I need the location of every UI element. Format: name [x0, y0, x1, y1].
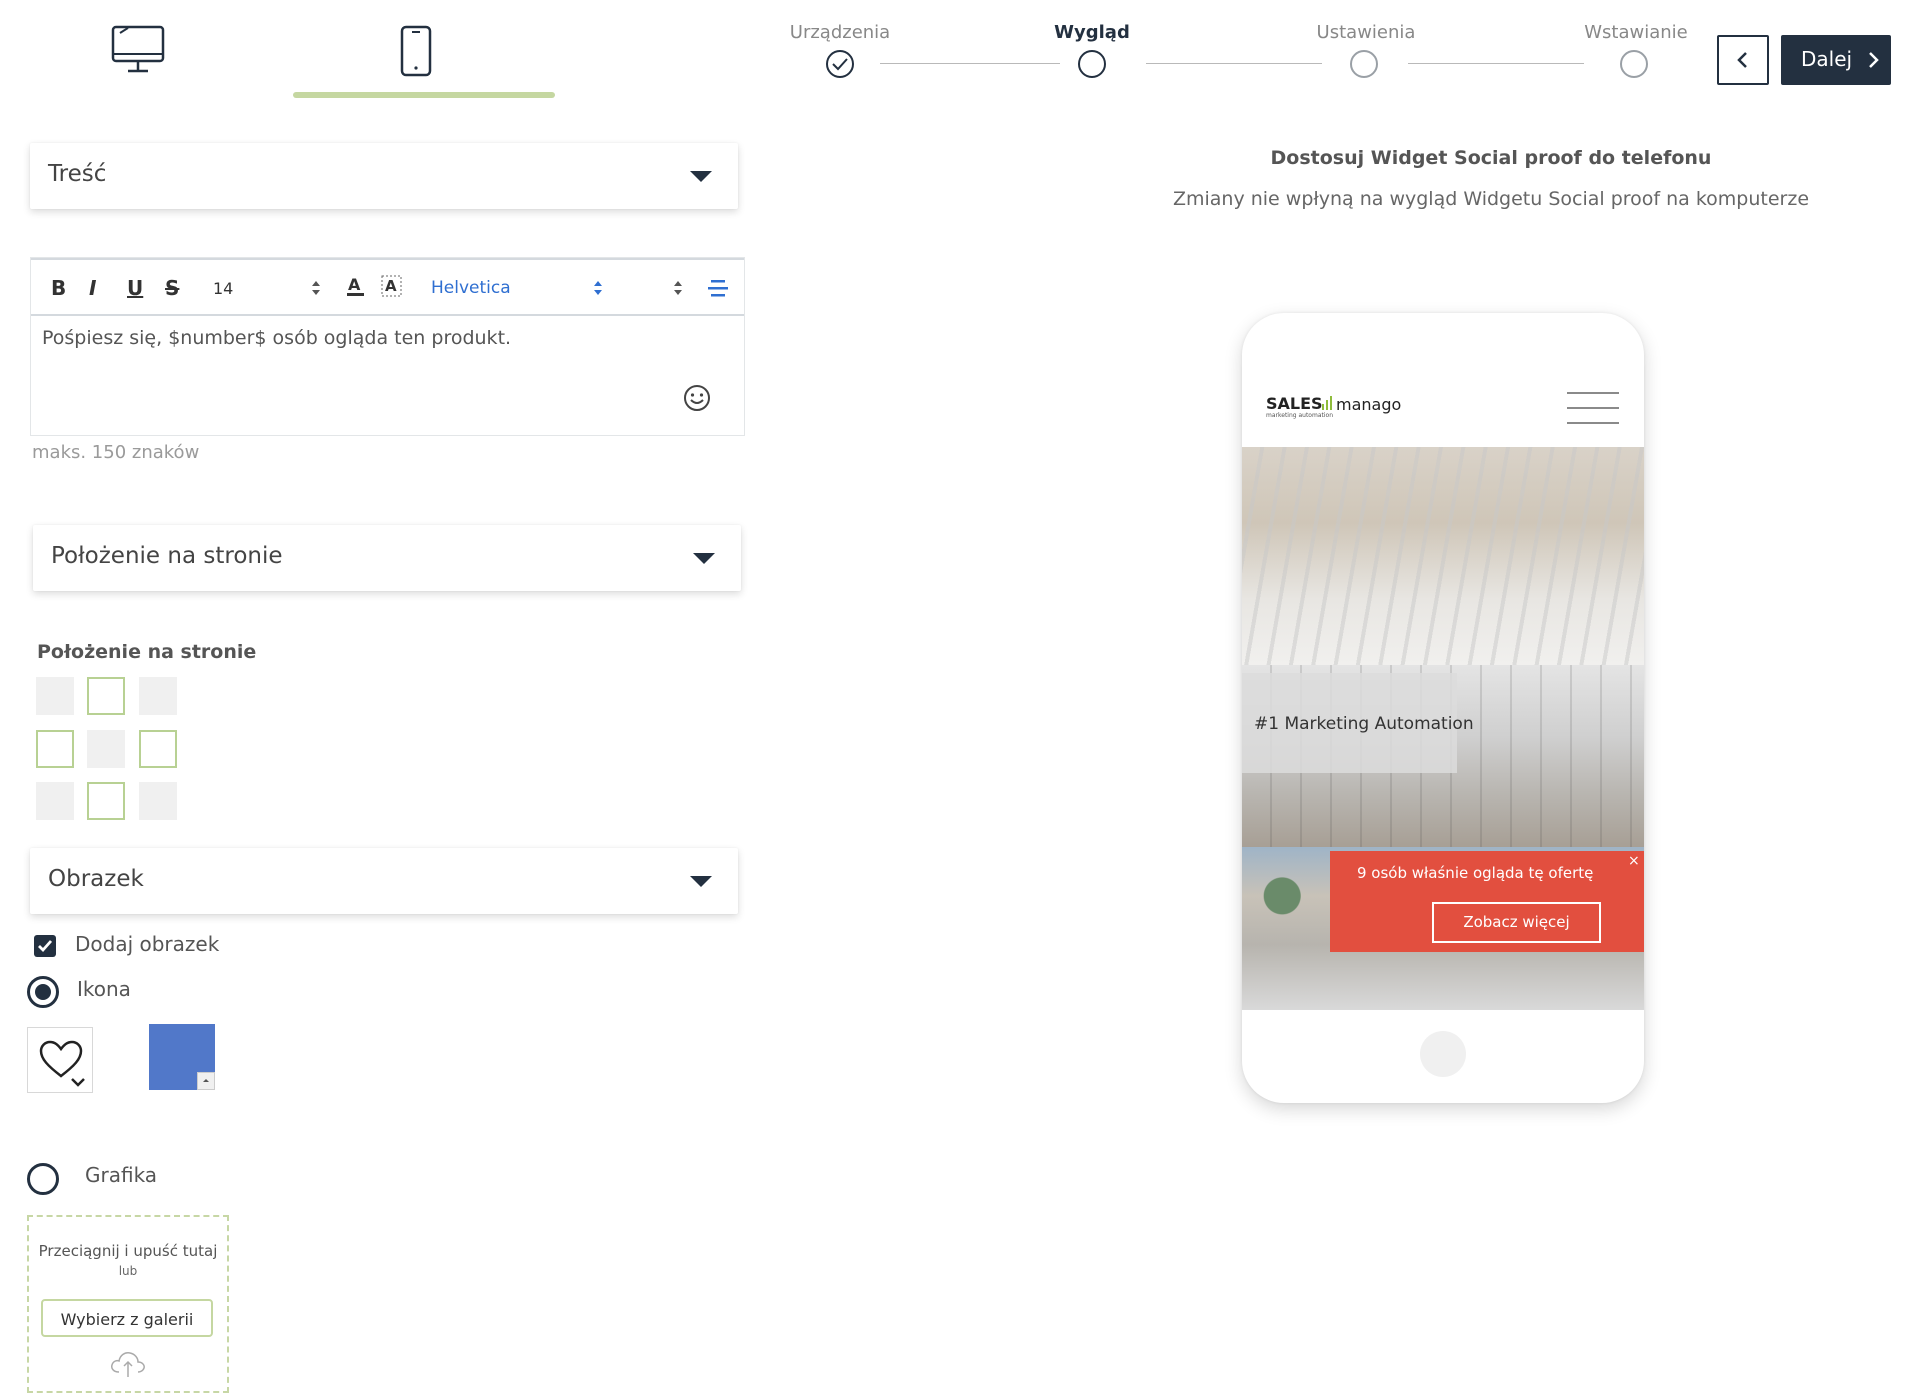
step-appearance-current[interactable]	[1078, 50, 1106, 78]
step-devices-done[interactable]	[826, 50, 854, 78]
select-arrows-icon[interactable]	[673, 280, 683, 296]
accordion-title: Położenie na stronie	[51, 543, 283, 569]
bold-button[interactable]: B	[51, 276, 66, 300]
gallery-button-label: Wybierz z galerii	[60, 1310, 194, 1329]
position-bottom-center[interactable]	[87, 782, 125, 820]
accordion-title: Obrazek	[48, 866, 144, 892]
phone-home-button	[1420, 1031, 1466, 1077]
image-accordion[interactable]: Obrazek	[30, 848, 738, 914]
icon-radio[interactable]	[27, 976, 59, 1008]
strikethrough-button[interactable]: S	[165, 276, 179, 300]
font-family-select[interactable]: Helvetica	[431, 278, 511, 298]
color-picker-toggle[interactable]	[197, 1072, 215, 1090]
step-settings[interactable]	[1350, 50, 1378, 78]
position-middle-right[interactable]	[139, 730, 177, 768]
next-button-label: Dalej	[1801, 47, 1853, 71]
next-button[interactable]: Dalej	[1781, 35, 1891, 85]
icon-color-swatch[interactable]	[149, 1024, 215, 1090]
step-label-insert: Wstawianie	[1584, 22, 1688, 43]
svg-text:A: A	[348, 275, 361, 294]
position-accordion[interactable]: Położenie na stronie	[33, 525, 741, 591]
logo-sales: SALES	[1266, 394, 1323, 413]
add-image-label: Dodaj obrazek	[75, 932, 220, 956]
position-top-center[interactable]	[87, 677, 125, 715]
step-connector	[880, 63, 1060, 64]
step-label-appearance: Wygląd	[1054, 22, 1130, 43]
select-arrows-icon[interactable]	[311, 280, 321, 296]
rich-text-editor: B I U S 14 A A Helvetica Pośpiesz się, $…	[30, 257, 745, 436]
position-grid-label: Położenie na stronie	[37, 641, 257, 663]
desktop-tab[interactable]	[100, 20, 180, 80]
preview-subheading: Zmiany nie wpłyną na wygląd Widgetu Soci…	[1172, 188, 1810, 210]
step-label-settings: Ustawienia	[1316, 22, 1416, 43]
graphic-option-label: Grafika	[85, 1163, 158, 1187]
back-button[interactable]	[1717, 35, 1769, 85]
desktop-icon	[111, 25, 165, 73]
caret-up-icon	[203, 1079, 209, 1082]
position-middle-left[interactable]	[36, 730, 74, 768]
mobile-tab[interactable]	[396, 20, 436, 80]
position-top-right[interactable]	[139, 677, 177, 715]
position-middle-center[interactable]	[87, 730, 125, 768]
align-center-icon[interactable]	[707, 278, 729, 298]
graphic-radio[interactable]	[27, 1163, 59, 1195]
step-insert[interactable]	[1620, 50, 1648, 78]
icon-picker[interactable]	[27, 1027, 93, 1093]
char-limit-hint: maks. 150 znaków	[32, 442, 200, 463]
popup-see-more-button[interactable]: Zobacz więcej	[1432, 902, 1601, 943]
dropzone-text: Przeciągnij i upuść tutaj	[38, 1242, 218, 1260]
editor-text[interactable]: Pośpiesz się, $number$ osób ogląda ten p…	[42, 327, 511, 349]
hero-image-ceiling	[1242, 447, 1644, 665]
smiley-icon[interactable]	[682, 383, 712, 413]
caret-down-icon	[693, 553, 715, 564]
step-connector	[1408, 63, 1584, 64]
font-size-select[interactable]: 14	[213, 279, 233, 298]
icon-option-label: Ikona	[77, 977, 131, 1001]
editor-toolbar: B I U S 14 A A Helvetica	[31, 258, 744, 316]
select-arrows-icon[interactable]	[593, 280, 603, 296]
italic-button[interactable]: I	[89, 276, 96, 300]
accordion-title: Treść	[48, 161, 107, 187]
chevron-down-icon	[71, 1078, 85, 1087]
caret-down-icon	[690, 876, 712, 887]
check-icon	[832, 58, 848, 71]
svg-text:A: A	[385, 277, 397, 295]
hamburger-menu-icon[interactable]	[1567, 390, 1619, 426]
logo-bars-icon	[1322, 394, 1336, 410]
font-color-icon[interactable]: A	[345, 274, 367, 298]
logo-manago: manago	[1336, 395, 1402, 414]
heart-icon	[39, 1040, 83, 1078]
phone-mockup: SALES manago marketing automation #1 Mar…	[1242, 313, 1644, 1103]
chevron-left-icon	[1737, 52, 1747, 68]
hero-label: #1 Marketing Automation	[1254, 714, 1474, 734]
choose-from-gallery-button[interactable]: Wybierz z galerii	[41, 1299, 213, 1337]
popup-button-label: Zobacz więcej	[1463, 913, 1570, 931]
position-top-left[interactable]	[36, 677, 74, 715]
underline-button[interactable]: U	[127, 276, 143, 300]
mobile-icon	[400, 25, 432, 77]
preview-heading: Dostosuj Widget Social proof do telefonu	[1270, 147, 1712, 169]
step-label-devices: Urządzenia	[789, 22, 891, 43]
add-image-checkbox[interactable]	[34, 935, 56, 957]
content-accordion[interactable]: Treść	[30, 143, 738, 209]
logo-tagline: marketing automation	[1266, 412, 1333, 419]
active-tab-indicator	[293, 92, 555, 98]
chevron-right-icon	[1869, 52, 1879, 68]
position-bottom-left[interactable]	[36, 782, 74, 820]
popup-message: 9 osób właśnie ogląda tę ofertę	[1357, 864, 1594, 882]
checkmark-icon	[38, 940, 53, 953]
cloud-upload-icon	[111, 1352, 145, 1377]
step-connector	[1146, 63, 1322, 64]
dropzone-or: lub	[118, 1264, 138, 1278]
image-dropzone[interactable]: Przeciągnij i upuść tutaj lub Wybierz z …	[27, 1215, 229, 1393]
social-proof-popup: 9 osób właśnie ogląda tę ofertę × Zobacz…	[1330, 851, 1644, 952]
caret-down-icon	[690, 171, 712, 182]
highlight-color-icon[interactable]: A	[381, 274, 403, 298]
phone-screen: SALES manago marketing automation #1 Mar…	[1242, 368, 1644, 1010]
position-bottom-right[interactable]	[139, 782, 177, 820]
site-header: SALES manago marketing automation	[1242, 368, 1644, 447]
popup-close-icon[interactable]: ×	[1628, 853, 1640, 869]
radio-selected-dot	[35, 984, 51, 1000]
